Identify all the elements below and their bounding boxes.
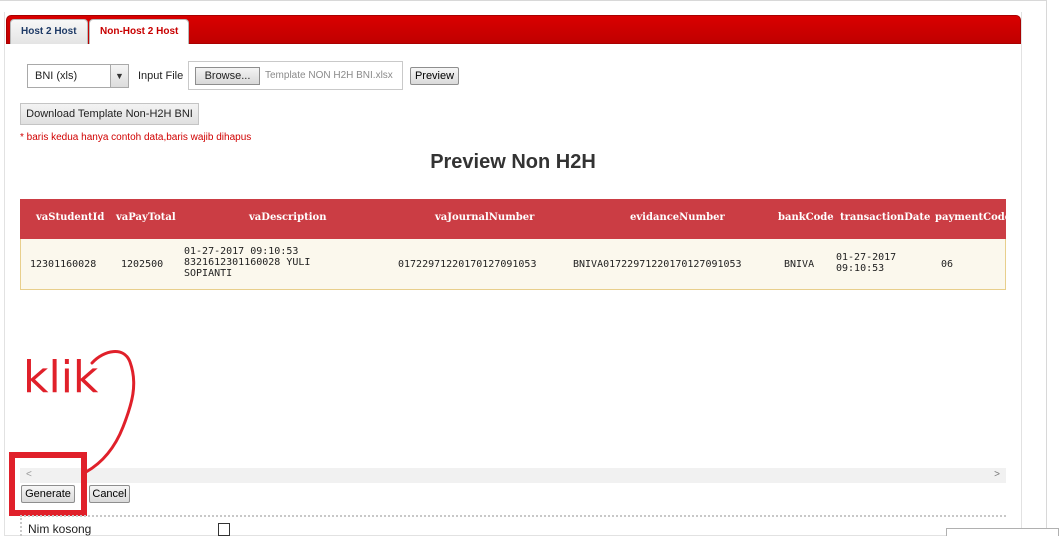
cell-evidance-number: BNIVA0172297122017012709105​3 bbox=[573, 259, 742, 270]
transaction-date-line: 01-27-2017 bbox=[836, 252, 897, 263]
description-line: SOPIANTI bbox=[184, 268, 233, 279]
description-line: 8321612301160028 YULI bbox=[184, 257, 311, 268]
nim-kosong-label: Nim kosong bbox=[28, 522, 92, 536]
table-row: 12301160028 1202500 01-27-2017 09:10:53 … bbox=[20, 239, 1006, 290]
cell-transaction-date: 01-27-2017 09:10:53 bbox=[836, 252, 896, 274]
column-header: transactionDate bbox=[840, 212, 931, 223]
preview-title: Preview Non H2H bbox=[430, 151, 596, 173]
chevron-right-icon[interactable]: > bbox=[994, 469, 1000, 480]
cell-va-pay-total: 1202500 bbox=[121, 259, 164, 270]
file-input[interactable]: Browse... Template NON H2H BNI.xlsx bbox=[188, 61, 403, 90]
column-header: vaPayTotal bbox=[116, 212, 176, 223]
window-top-border bbox=[0, 0, 1046, 2]
annotation-text: klik bbox=[23, 352, 99, 403]
cell-va-student-id: 12301160028 bbox=[30, 259, 97, 270]
column-header: bankCode bbox=[778, 212, 834, 223]
template-note: * baris kedua hanya contoh data,baris wa… bbox=[20, 132, 252, 143]
tab-non-host-2-host[interactable]: Non-Host 2 Host bbox=[89, 19, 190, 44]
transaction-date-line: 09:10:53 bbox=[836, 263, 885, 274]
column-header: vaStudentId bbox=[36, 212, 105, 223]
selected-file-name: Template NON H2H BNI.xlsx bbox=[265, 70, 393, 81]
nim-kosong-checkbox[interactable] bbox=[218, 523, 230, 536]
preview-table-header: vaStudentId vaPayTotal vaDescription vaJ… bbox=[20, 199, 1011, 239]
column-header: paymentCode bbox=[935, 212, 1012, 223]
column-header: vaJournalNumber bbox=[435, 212, 535, 223]
description-line: 01-27-2017 09:10:53 bbox=[184, 246, 299, 257]
horizontal-scrollbar[interactable]: < > bbox=[20, 468, 1006, 483]
cell-va-journal-number: 0172297122017012709105​3 bbox=[398, 259, 537, 270]
options-separator bbox=[20, 515, 1006, 517]
browse-button[interactable]: Browse... bbox=[195, 67, 260, 85]
bank-format-select[interactable]: BNI (xls) ▼ bbox=[27, 64, 129, 88]
bank-format-value: BNI (xls) bbox=[35, 70, 78, 82]
download-template-button[interactable]: Download Template Non-H2H BNI bbox=[20, 103, 199, 125]
cut-off-panel bbox=[946, 528, 1059, 536]
column-header: vaDescription bbox=[249, 212, 327, 223]
cell-payment-code: 06 bbox=[941, 259, 954, 270]
cell-va-description: 01-27-2017 09:10:53 8321612301160028 YUL… bbox=[184, 246, 310, 279]
input-file-label: Input File bbox=[138, 70, 184, 82]
window-right-border bbox=[1046, 0, 1047, 536]
tab-host-2-host[interactable]: Host 2 Host bbox=[10, 19, 88, 44]
annotation-highlight-box bbox=[9, 452, 87, 516]
column-header: evidanceNumber bbox=[630, 212, 725, 223]
options-left-border bbox=[20, 515, 22, 536]
cell-bank-code: BNIVA bbox=[784, 259, 815, 270]
chevron-down-icon[interactable]: ▼ bbox=[110, 65, 128, 87]
cancel-button[interactable]: Cancel bbox=[89, 485, 130, 503]
preview-button[interactable]: Preview bbox=[410, 67, 459, 85]
